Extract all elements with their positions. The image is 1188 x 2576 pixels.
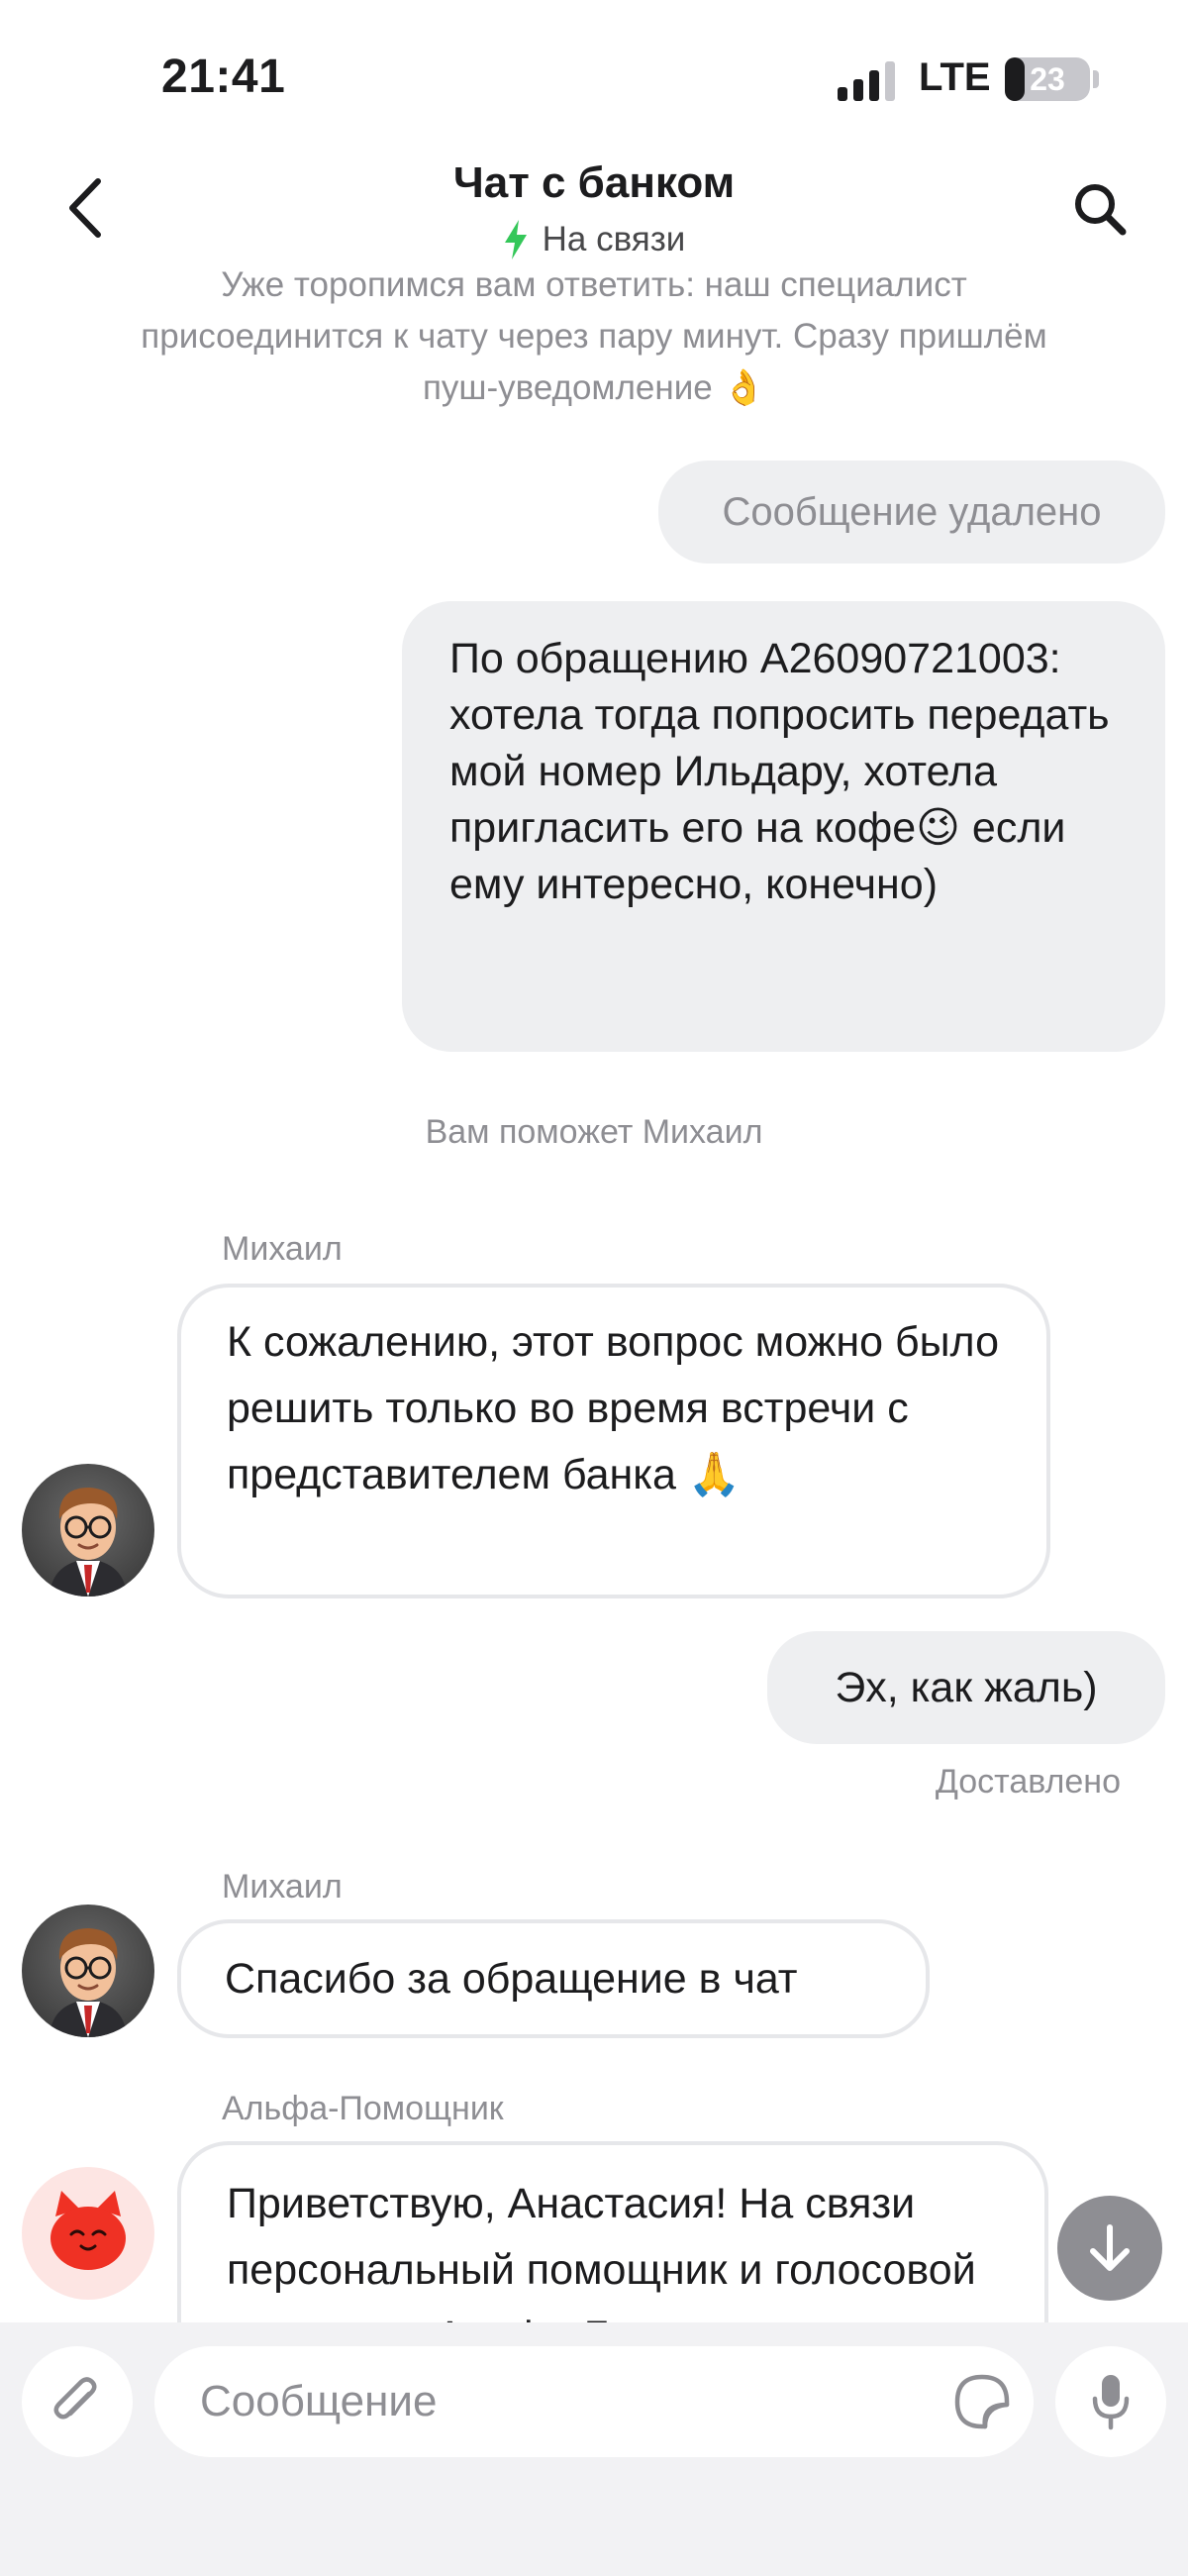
- system-note: Уже торопимся вам ответить: наш специали…: [141, 265, 1047, 407]
- operator-avatar[interactable]: [22, 1464, 154, 1597]
- online-status-label: На связи: [542, 220, 686, 258]
- message-field: [154, 2346, 1034, 2457]
- network-type: LTE: [919, 55, 991, 99]
- incoming-message[interactable]: К сожалению, этот вопрос можно было реши…: [177, 1284, 1050, 1598]
- incoming-message[interactable]: Приветствую, Анастасия! На связи персона…: [177, 2141, 1048, 2322]
- microphone-button[interactable]: [1055, 2346, 1166, 2457]
- outgoing-message[interactable]: Эх, как жаль): [767, 1631, 1165, 1744]
- sticker-button[interactable]: [946, 2366, 1018, 2437]
- deleted-message[interactable]: Сообщение удалено: [658, 461, 1165, 564]
- battery-icon: 23: [1005, 57, 1090, 101]
- scroll-down-button[interactable]: [1057, 2196, 1162, 2301]
- message-composer: [0, 2322, 1188, 2576]
- assistant-avatar[interactable]: [22, 2167, 154, 2300]
- delivery-status: Доставлено: [935, 1763, 1121, 1801]
- online-status: На связи: [297, 220, 891, 259]
- sticker-icon: [954, 2374, 1010, 2429]
- sender-name: Михаил: [222, 1230, 343, 1268]
- back-button[interactable]: [55, 173, 115, 243]
- incoming-message[interactable]: Спасибо за обращение в чат: [177, 1919, 930, 2038]
- lightning-icon: [504, 220, 527, 259]
- sender-name: Альфа-Помощник: [222, 2090, 504, 2127]
- attach-button[interactable]: [22, 2346, 133, 2457]
- operator-assigned-note: Вам поможет Михаил: [425, 1113, 763, 1151]
- battery-value: 23: [1030, 61, 1065, 97]
- status-bar: 21:41 LTE 23: [0, 0, 1188, 149]
- search-icon: [1075, 184, 1127, 236]
- signal-icon: [838, 61, 895, 101]
- chat-messages[interactable]: Уже торопимся вам ответить: наш специали…: [0, 259, 1188, 2322]
- status-time: 21:41: [161, 51, 286, 103]
- sender-name: Михаил: [222, 1868, 343, 1906]
- microphone-icon: [1092, 2375, 1130, 2430]
- outgoing-message[interactable]: По обращению A26090721003: хотела тогда …: [402, 601, 1165, 1052]
- battery-tip: [1093, 70, 1099, 88]
- cat-icon: [50, 2191, 126, 2270]
- search-button[interactable]: [1067, 176, 1133, 242]
- operator-avatar-image: [50, 1928, 127, 2037]
- paperclip-icon: [53, 2377, 97, 2420]
- chat-header: Чат с банком На связи: [0, 149, 1188, 267]
- chevron-left-icon: [69, 178, 101, 238]
- operator-avatar-image: [50, 1488, 127, 1597]
- operator-avatar[interactable]: [22, 1905, 154, 2037]
- chat-title: Чат с банком: [452, 158, 736, 207]
- message-input[interactable]: [200, 2346, 873, 2457]
- arrow-down-icon: [1090, 2224, 1130, 2271]
